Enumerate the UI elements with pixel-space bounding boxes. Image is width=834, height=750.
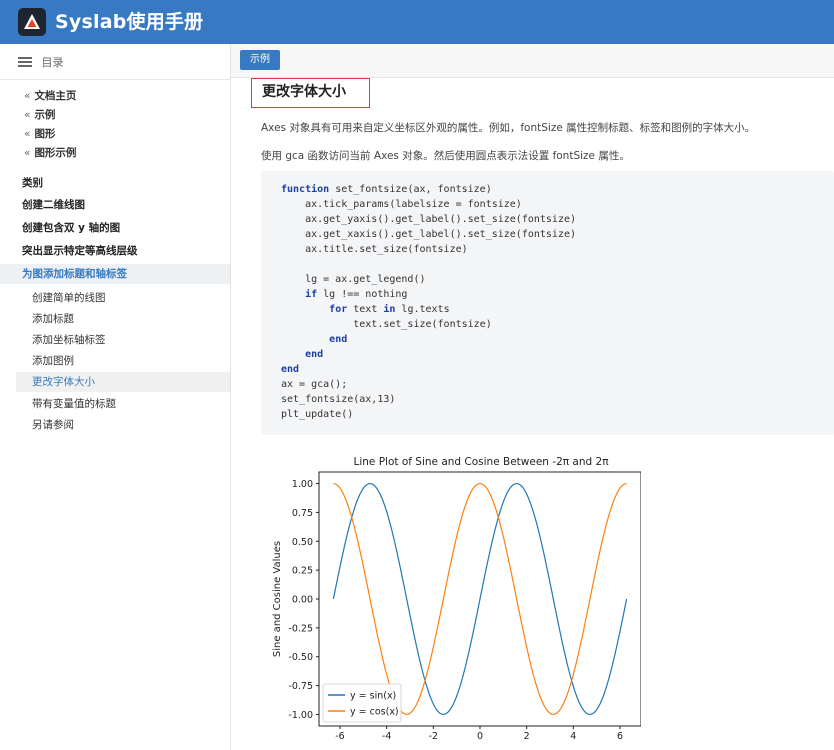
app-title: Syslab使用手册 [55, 11, 204, 33]
code-line: for text in lg.texts [329, 304, 450, 315]
code-line: end [281, 364, 300, 375]
y-tick-label: -1.00 [288, 710, 313, 721]
code-line: text.set_size(fontsize) [281, 319, 492, 330]
y-tick-label: 0.00 [292, 595, 313, 606]
toc-toggle[interactable]: 目录 [18, 54, 64, 72]
paragraph-gca-usage: 使用 gca 函数访问当前 Axes 对象。然后使用圆点表示法设置 fontSi… [261, 150, 630, 162]
paragraph-axes-properties: Axes 对象具有可用来自定义坐标区外观的属性。例如，fontSize 属性控制… [261, 122, 756, 134]
code-line: ax.tick_params(labelsize = fontsize) [281, 199, 522, 210]
y-tick-label: -0.50 [288, 652, 313, 663]
sine-cosine-chart: Line Plot of Sine and Cosine Between -2π… [272, 456, 641, 742]
chart-title: Line Plot of Sine and Cosine Between -2π… [353, 456, 609, 468]
breadcrumb-graphics-examples[interactable]: «图形示例 [24, 145, 76, 160]
code-line: end [305, 349, 324, 360]
y-tick-label: 0.75 [292, 508, 313, 519]
code-line: ax.get_xaxis().get_label().set_size(font… [281, 229, 577, 240]
sidebar-subitem-simple-line-plot[interactable]: 创建简单的线图 [0, 289, 230, 307]
code-line: ax.get_yaxis().get_label().set_size(font… [281, 214, 577, 225]
tab-examples[interactable]: 示例 [240, 50, 280, 70]
code-line: end [329, 334, 348, 345]
sidebar-item-titles-and-labels[interactable]: 为图添加标题和轴标签 [0, 264, 230, 284]
sidebar-item-contour-levels[interactable]: 突出显示特定等高线层级 [0, 242, 230, 260]
sidebar-subitem-see-also[interactable]: 另请参阅 [0, 416, 230, 434]
double-chevron-left-icon: « [24, 128, 31, 140]
app-header: Syslab使用手册 [0, 0, 834, 45]
sidebar-subitem-add-title[interactable]: 添加标题 [0, 310, 230, 328]
code-line: lg = ax.get_legend() [281, 274, 426, 285]
y-tick-label: -0.25 [288, 623, 313, 634]
double-chevron-left-icon: « [24, 90, 31, 102]
sidebar: 目录 «文档主页 «示例 «图形 «图形示例 类别 创建二维线图 创建包含双 y… [0, 44, 231, 750]
double-chevron-left-icon: « [24, 147, 31, 159]
x-tick-label: -2 [429, 731, 438, 742]
sidebar-subitem-add-legend[interactable]: 添加图例 [0, 352, 230, 370]
legend-label: y = cos(x) [350, 707, 399, 718]
code-line: set_fontsize(ax,13) [281, 394, 396, 405]
y-tick-label: 1.00 [292, 479, 313, 490]
y-tick-label: 0.25 [292, 566, 313, 577]
x-tick-label: -4 [382, 731, 391, 742]
section-title: 更改字体大小 [251, 78, 370, 108]
code-line: ax.title.set_size(fontsize) [281, 244, 468, 255]
chart-ylabel: Sine and Cosine Values [272, 541, 283, 657]
x-tick-label: 2 [524, 731, 530, 742]
toc-label: 目录 [41, 56, 64, 69]
x-tick-label: 0 [477, 731, 483, 742]
sidebar-subitem-axis-labels[interactable]: 添加坐标轴标签 [0, 331, 230, 349]
sidebar-item-2d-line-plot[interactable]: 创建二维线图 [0, 196, 230, 214]
breadcrumb-graphics[interactable]: «图形 [24, 126, 55, 141]
code-line: ax = gca(); [281, 379, 348, 390]
code-line: function set_fontsize(ax, fontsize) [281, 184, 492, 195]
x-tick-label: 6 [617, 731, 623, 742]
menu-icon [18, 55, 32, 70]
sidebar-subitem-variable-titles[interactable]: 带有变量值的标题 [0, 395, 230, 413]
syslab-logo-icon[interactable] [18, 8, 46, 36]
breadcrumb-examples[interactable]: «示例 [24, 107, 55, 122]
code-line: if lg !== nothing [305, 289, 408, 300]
sidebar-subitem-font-size[interactable]: 更改字体大小 [16, 372, 230, 392]
sidebar-item-dual-y-axis[interactable]: 创建包含双 y 轴的图 [0, 219, 230, 237]
y-tick-label: 0.50 [292, 537, 313, 548]
x-tick-label: -6 [335, 731, 344, 742]
x-tick-label: 4 [570, 731, 576, 742]
divider [0, 79, 230, 80]
code-block: function set_fontsize(ax, fontsize) ax.t… [261, 171, 834, 435]
y-tick-label: -0.75 [288, 681, 313, 692]
breadcrumb-docs-home[interactable]: «文档主页 [24, 88, 76, 103]
sidebar-category-label: 类别 [22, 177, 43, 189]
series-line-sin [332, 482, 628, 716]
tab-bar: 示例 [231, 44, 834, 78]
code-line: plt_update() [281, 409, 354, 420]
legend-label: y = sin(x) [350, 691, 396, 702]
double-chevron-left-icon: « [24, 109, 31, 121]
